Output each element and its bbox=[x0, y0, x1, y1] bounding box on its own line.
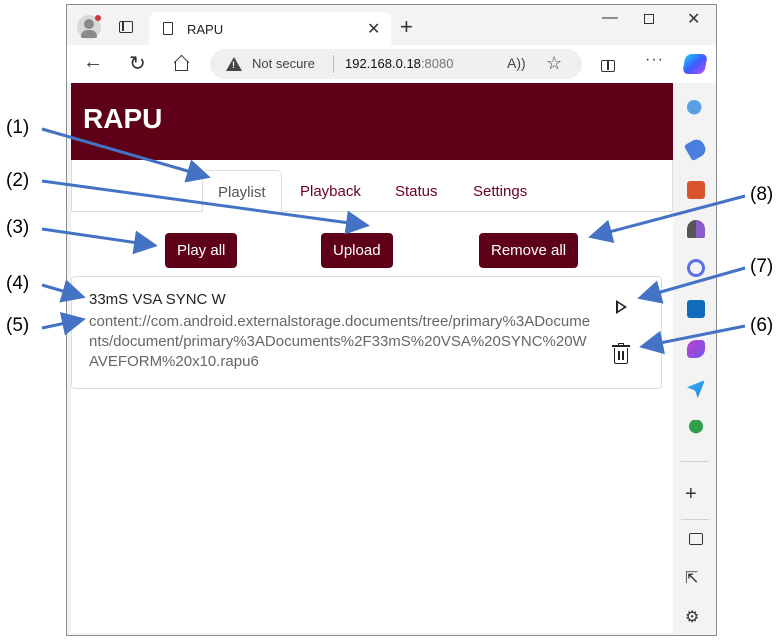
tab-playlist[interactable]: Playlist bbox=[202, 170, 282, 212]
title-bar: RAPU ✕ + — ✕ bbox=[67, 5, 716, 45]
address-bar[interactable]: ! Not secure 192.168.0.18:8080 A)) ☆ bbox=[210, 49, 582, 79]
callout-3: (3) bbox=[6, 217, 30, 238]
tree-icon[interactable] bbox=[687, 420, 705, 438]
trash-icon[interactable] bbox=[612, 343, 630, 365]
callout-7: (7) bbox=[750, 256, 774, 277]
security-label[interactable]: Not secure bbox=[252, 56, 315, 71]
callout-1: (1) bbox=[6, 117, 30, 138]
minimize-button[interactable]: — bbox=[602, 9, 618, 27]
warning-icon[interactable]: ! bbox=[226, 57, 242, 71]
tools-briefcase-icon[interactable] bbox=[687, 181, 705, 199]
open-external-icon[interactable]: ⇱ bbox=[685, 568, 698, 588]
app-header: RAPU bbox=[71, 83, 673, 160]
screenshot-stage: RAPU ✕ + — ✕ ← ↻ ! Not secure 192.168.0.… bbox=[0, 0, 784, 640]
playlist-item-path: content://com.android.externalstorage.do… bbox=[89, 313, 591, 370]
reload-button[interactable]: ↻ bbox=[129, 51, 146, 76]
home-icon[interactable] bbox=[174, 56, 190, 71]
playlist-item: 33mS VSA SYNC W content://com.android.ex… bbox=[71, 276, 662, 389]
games-icon[interactable] bbox=[687, 220, 705, 238]
send-icon[interactable] bbox=[687, 380, 705, 398]
playlist-item-name: 33mS VSA SYNC W bbox=[89, 291, 226, 308]
upload-button[interactable]: Upload bbox=[321, 233, 393, 268]
designer-icon[interactable] bbox=[687, 340, 705, 358]
outlook-icon[interactable] bbox=[687, 300, 705, 318]
read-aloud-icon[interactable]: A)) bbox=[507, 55, 526, 71]
url-port: :8080 bbox=[420, 56, 454, 71]
play-icon[interactable] bbox=[616, 300, 627, 314]
settings-gear-icon[interactable]: ⚙ bbox=[685, 607, 699, 627]
notification-dot bbox=[95, 15, 101, 21]
close-window-button[interactable]: ✕ bbox=[687, 9, 700, 29]
callout-4: (4) bbox=[6, 273, 30, 294]
tab-actions-icon[interactable] bbox=[119, 21, 133, 33]
remove-all-button[interactable]: Remove all bbox=[479, 233, 579, 268]
more-menu-icon[interactable]: ··· bbox=[645, 51, 664, 69]
tab-close-icon[interactable]: ✕ bbox=[367, 19, 380, 39]
callout-2: (2) bbox=[6, 170, 30, 191]
tab-playback[interactable]: Playback bbox=[285, 170, 376, 212]
page-icon bbox=[163, 22, 173, 35]
url-divider bbox=[333, 55, 334, 73]
split-screen-icon[interactable] bbox=[601, 60, 615, 72]
callout-5: (5) bbox=[6, 315, 30, 336]
play-all-button[interactable]: Play all bbox=[165, 233, 238, 268]
favorite-star-icon[interactable]: ☆ bbox=[546, 53, 562, 74]
browser-window: RAPU ✕ + — ✕ ← ↻ ! Not secure 192.168.0.… bbox=[66, 4, 717, 636]
back-button[interactable]: ← bbox=[83, 51, 103, 74]
edge-sidebar: + ⇱ ⚙ bbox=[673, 83, 716, 635]
tab-title: RAPU bbox=[187, 22, 224, 37]
add-icon[interactable]: + bbox=[685, 483, 697, 506]
tab-settings[interactable]: Settings bbox=[458, 170, 542, 212]
maximize-button[interactable] bbox=[644, 14, 654, 24]
search-icon[interactable] bbox=[687, 100, 705, 118]
url-text[interactable]: 192.168.0.18:8080 bbox=[345, 56, 453, 71]
url-host: 192.168.0.18 bbox=[345, 56, 421, 71]
tab-status[interactable]: Status bbox=[380, 170, 453, 212]
sidebar-divider bbox=[681, 461, 709, 462]
browser-tab[interactable]: RAPU ✕ bbox=[149, 12, 391, 45]
nav-tabs: Playlist Playback Status Settings bbox=[71, 160, 673, 212]
sidebar-panel-icon[interactable] bbox=[689, 533, 703, 545]
app-title: RAPU bbox=[83, 103, 163, 134]
callout-6: (6) bbox=[750, 315, 774, 336]
copilot-icon[interactable] bbox=[682, 54, 708, 74]
new-tab-button[interactable]: + bbox=[400, 14, 413, 40]
address-toolbar: ← ↻ ! Not secure 192.168.0.18:8080 A)) ☆… bbox=[67, 45, 716, 83]
shopping-tag-icon[interactable] bbox=[683, 136, 709, 162]
web-page: RAPU Playlist Playback Status Settings P… bbox=[71, 83, 673, 633]
microsoft-365-icon[interactable] bbox=[687, 259, 705, 277]
sidebar-divider bbox=[681, 519, 709, 520]
callout-8: (8) bbox=[750, 184, 774, 205]
